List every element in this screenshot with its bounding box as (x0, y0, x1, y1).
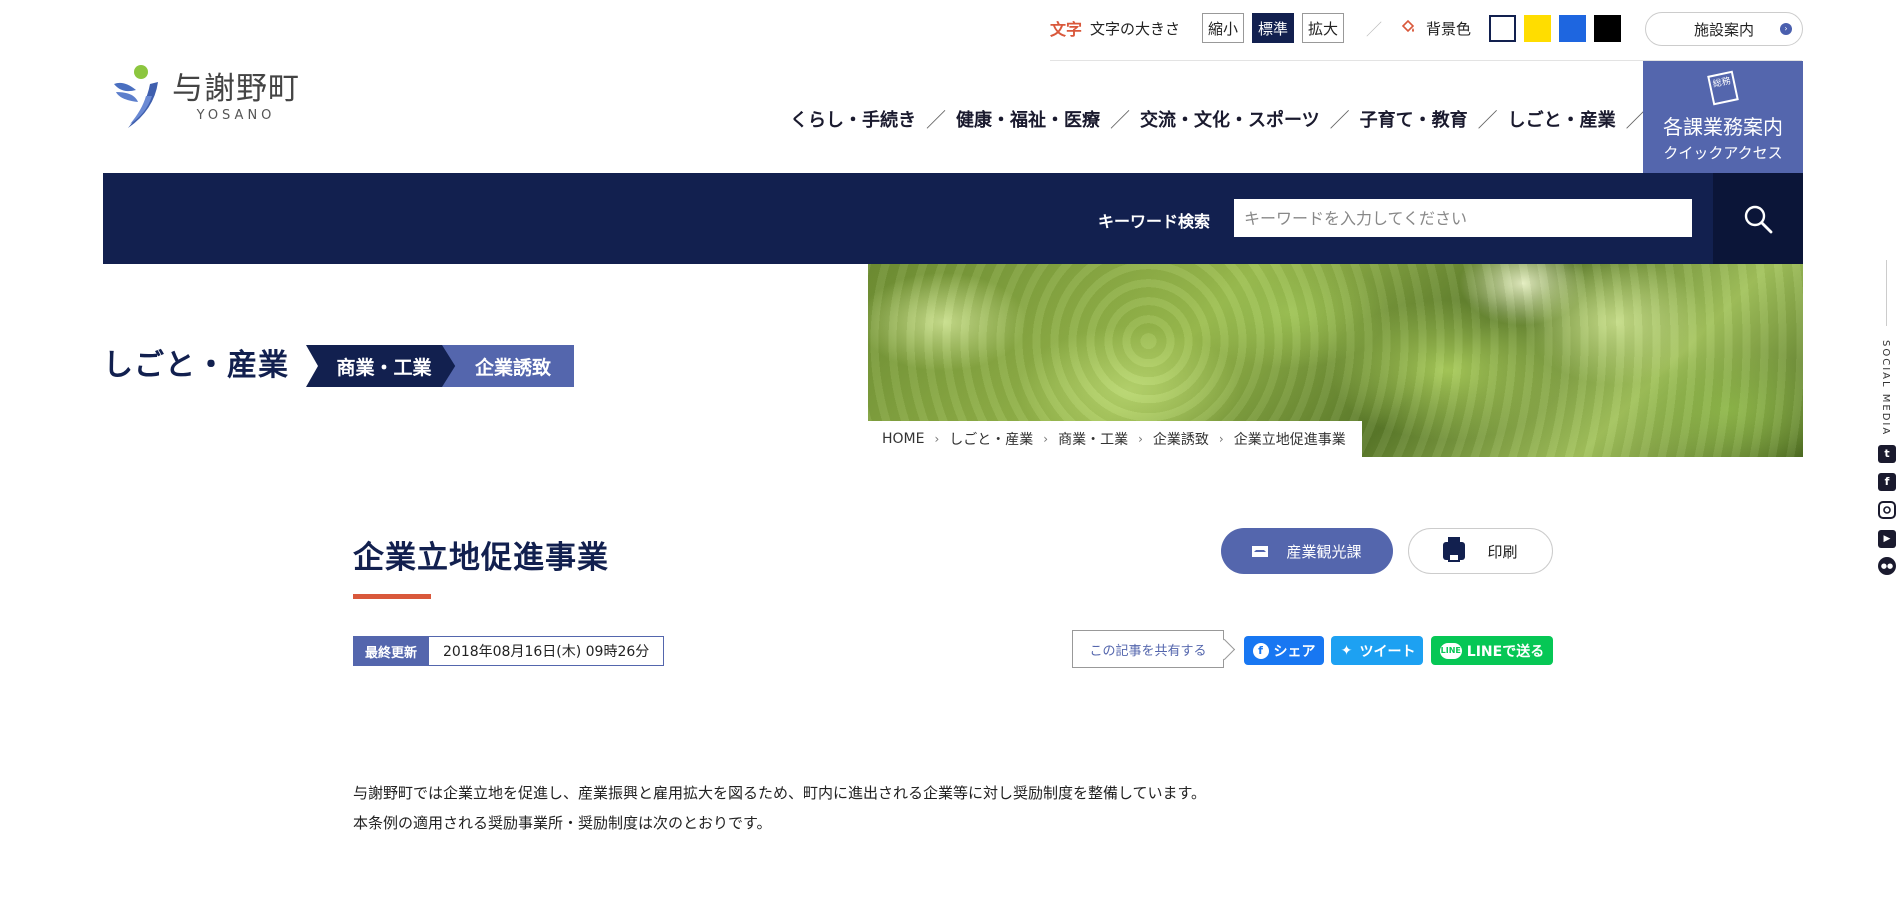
printer-icon (1443, 537, 1466, 562)
line-share-label: LINEで送る (1466, 643, 1545, 660)
quick-access-button[interactable]: 総務 各課業務案内 クイックアクセス (1643, 61, 1803, 173)
font-size-label: 文字の大きさ (1090, 19, 1181, 38)
nav-separator: ／ (1329, 108, 1350, 132)
share-label-text: この記事を共有する (1089, 643, 1207, 659)
mail-icon (1252, 545, 1269, 557)
facebook-share-label: シェア (1273, 643, 1316, 660)
facebook-icon: f (1252, 642, 1269, 659)
breadcrumb-work[interactable]: しごと・産業 (949, 429, 1033, 449)
font-size-standard-button[interactable]: 標準 (1252, 13, 1295, 43)
search-button[interactable] (1713, 173, 1803, 264)
font-size-icon: 文字 (1050, 20, 1083, 39)
twitter-icon[interactable]: t (1878, 445, 1896, 463)
line-share-button[interactable]: LINE LINEで送る (1431, 636, 1553, 665)
title-underline (353, 594, 431, 599)
last-updated: 最終更新 2018年08月16日(木) 09時26分 (353, 636, 665, 666)
breadcrumb-invitation[interactable]: 企業誘致 (1153, 429, 1209, 449)
breadcrumb-commerce[interactable]: 商業・工業 (1058, 429, 1128, 449)
logo-text-jp: 与謝野町 (172, 71, 300, 107)
share-label: この記事を共有する (1072, 630, 1224, 668)
facebook-icon[interactable]: f (1878, 473, 1896, 491)
chevron-right-icon: › (1780, 23, 1792, 35)
search-icon (1744, 205, 1773, 233)
body-paragraph: 本条例の適用される奨励事業所・奨励制度は次のとおりです。 (353, 814, 772, 832)
site-logo[interactable]: 与謝野町 YOSANO (108, 62, 300, 132)
quick-access-subtitle: クイックアクセス (1663, 144, 1783, 162)
logo-text-en: YOSANO (196, 108, 276, 123)
print-label: 印刷 (1487, 542, 1518, 561)
department-contact-button[interactable]: 産業観光課 (1221, 528, 1393, 574)
social-media-label: SOCIAL MEDIA (1880, 340, 1891, 437)
bg-color-label: 背景色 (1426, 19, 1472, 38)
body-paragraph: 与謝野町では企業立地を促進し、産業振興と雇用拡大を図るため、町内に進出される企業… (353, 784, 1207, 802)
category-tag-invitation[interactable]: 企業誘致 (442, 345, 574, 387)
nav-item-work[interactable]: しごと・産業 (1508, 106, 1616, 132)
yosano-logo-icon (114, 65, 158, 128)
instagram-icon[interactable] (1878, 501, 1896, 519)
page-title: 企業立地促進事業 (353, 540, 609, 576)
category-tag-commerce[interactable]: 商業・工業 (306, 345, 456, 387)
chevron-right-icon: › (1218, 432, 1224, 446)
nav-item-living[interactable]: くらし・手続き (790, 106, 916, 132)
facility-guide-button[interactable]: 施設案内 › (1645, 12, 1803, 46)
chevron-right-icon: › (1043, 432, 1049, 446)
breadcrumb-current: 企業立地促進事業 (1233, 432, 1346, 448)
search-input[interactable] (1234, 199, 1692, 237)
nav-separator: ／ (926, 108, 946, 132)
bg-color-black-button[interactable] (1594, 14, 1622, 42)
nav-item-culture[interactable]: 交流・文化・スポーツ (1140, 106, 1320, 132)
twitter-share-label: ツイート (1359, 643, 1416, 660)
last-updated-value: 2018年08月16日(木) 09時26分 (429, 636, 665, 666)
category-title: しごと・産業 (103, 348, 289, 383)
nav-item-health[interactable]: 健康・福祉・医療 (956, 106, 1100, 132)
nav-item-education[interactable]: 子育て・教育 (1360, 106, 1468, 132)
font-size-small-button[interactable]: 縮小 (1202, 13, 1245, 43)
font-size-large-button[interactable]: 拡大 (1302, 13, 1345, 43)
search-label: キーワード検索 (1098, 212, 1211, 231)
breadcrumb-home[interactable]: HOME (882, 431, 924, 447)
divider: ／ (1366, 20, 1383, 39)
breadcrumb: HOME › しごと・産業 › 商業・工業 › 企業誘致 › 企業立地促進事業 (868, 421, 1362, 457)
line-icon[interactable]: ●● (1878, 557, 1896, 575)
print-button[interactable]: 印刷 (1408, 528, 1553, 574)
utility-bar: 文字 文字の大きさ 縮小 標準 拡大 ／ 背景色 (1050, 12, 1622, 44)
divider (1886, 260, 1887, 326)
chevron-right-icon: › (1138, 432, 1143, 446)
twitter-bird-icon: ✦ (1340, 642, 1353, 659)
nav-separator: ／ (1477, 108, 1498, 132)
paint-bucket-icon (1400, 18, 1416, 38)
last-updated-label: 最終更新 (353, 636, 430, 666)
facebook-share-button[interactable]: f シェア (1244, 636, 1324, 665)
quick-access-title: 各課業務案内 (1663, 115, 1783, 139)
bg-color-yellow-button[interactable] (1524, 14, 1552, 42)
facility-guide-label: 施設案内 (1693, 20, 1754, 39)
chevron-right-icon: › (934, 432, 940, 446)
global-nav: くらし・手続き ／ 健康・福祉・医療 ／ 交流・文化・スポーツ ／ 子育て・教育… (790, 104, 1692, 133)
document-icon: 総務 (1707, 70, 1739, 106)
department-label: 産業観光課 (1286, 542, 1362, 561)
nav-separator: ／ (1110, 108, 1130, 132)
twitter-share-button[interactable]: ✦ ツイート (1331, 636, 1423, 665)
youtube-icon[interactable]: ▶ (1878, 530, 1896, 548)
line-icon: LINE (1439, 642, 1462, 659)
bg-color-white-button[interactable] (1489, 14, 1517, 42)
bg-color-blue-button[interactable] (1559, 14, 1587, 42)
